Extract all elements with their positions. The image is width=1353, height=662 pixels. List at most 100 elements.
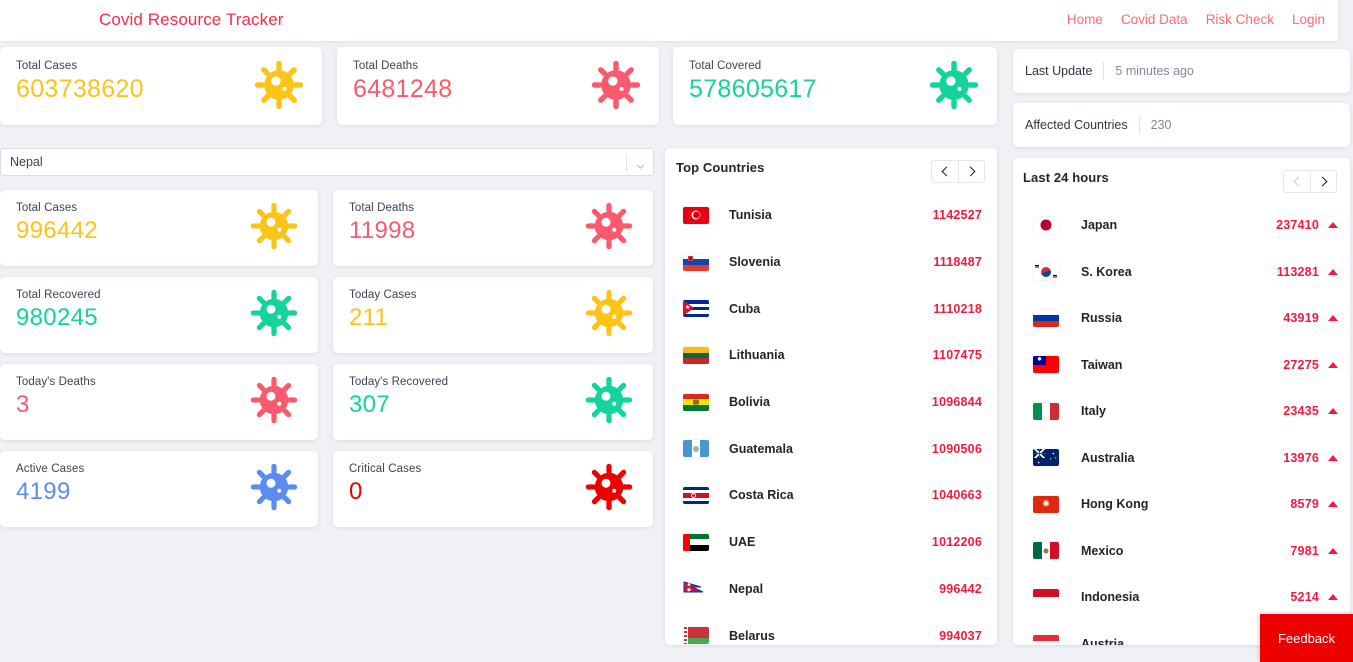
feedback-button[interactable]: Feedback xyxy=(1260,614,1353,662)
nav-link-login[interactable]: Login xyxy=(1292,12,1325,27)
country-stat-todays-recovered: Today's Recovered 307 xyxy=(333,364,653,440)
virus-icon xyxy=(585,463,633,516)
top-navbar: Covid Resource Tracker Home Covid Data R… xyxy=(0,0,1338,41)
flag-mexico xyxy=(1033,542,1059,560)
virus-icon xyxy=(929,60,979,115)
top-countries-row[interactable]: Guatemala 1090506 xyxy=(665,425,997,472)
top-countries-title: Top Countries xyxy=(676,160,765,175)
country-value: 237410 xyxy=(1276,218,1319,233)
flag-hong-kong: ✺ xyxy=(1033,495,1059,513)
flag-austria xyxy=(1033,635,1059,645)
country-name: Guatemala xyxy=(729,441,793,456)
top-countries-pager xyxy=(931,160,985,183)
flag-italy xyxy=(1033,402,1059,420)
country-value: 1142527 xyxy=(932,208,982,223)
nav-link-home[interactable]: Home xyxy=(1067,12,1103,27)
top-countries-row[interactable]: Nepal 996442 xyxy=(665,566,997,613)
country-name: Austria xyxy=(1081,636,1125,645)
last-24-hours-row[interactable]: Mexico 7981 xyxy=(1013,528,1350,575)
last-update-value: 5 minutes ago xyxy=(1115,64,1194,78)
virus-icon xyxy=(591,60,641,115)
nav-link-covid-data[interactable]: Covid Data xyxy=(1121,12,1188,27)
divider xyxy=(1138,116,1140,134)
flag-russia xyxy=(1033,309,1059,327)
country-value: 8579 xyxy=(1290,497,1319,512)
last-24-hours-next-button[interactable] xyxy=(1310,171,1336,192)
last-24-hours-row[interactable]: ✺ Hong Kong 8579 xyxy=(1013,481,1350,528)
triangle-up-icon xyxy=(1328,454,1338,461)
top-countries-row[interactable]: Costa Rica 1040663 xyxy=(665,472,997,519)
virus-icon xyxy=(585,202,633,255)
country-name: Mexico xyxy=(1081,543,1124,558)
nav-link-risk-check[interactable]: Risk Check xyxy=(1206,12,1274,27)
country-name: Bolivia xyxy=(729,395,770,410)
flag-taiwan: ✸ xyxy=(1033,356,1059,374)
country-value: 994037 xyxy=(939,628,982,643)
virus-icon xyxy=(585,289,633,342)
country-name: Italy xyxy=(1081,404,1107,419)
last-24-hours-prev-button[interactable] xyxy=(1284,171,1310,192)
country-select[interactable]: Nepal xyxy=(0,148,654,176)
country-stat-total-recovered: Total Recovered 980245 xyxy=(0,277,318,353)
last-24-hours-row[interactable]: S. Korea 113281 xyxy=(1013,249,1350,296)
country-stat-total-deaths: Total Deaths 11998 xyxy=(333,190,653,266)
country-name: Australia xyxy=(1081,450,1135,465)
top-countries-row[interactable]: Slovenia 1118487 xyxy=(665,239,997,286)
top-countries-row[interactable]: Tunisia 1142527 xyxy=(665,192,997,239)
chevron-left-icon xyxy=(1293,176,1303,187)
country-select-value: Nepal xyxy=(10,155,43,169)
nav-links: Home Covid Data Risk Check Login xyxy=(1067,12,1325,27)
country-name: UAE xyxy=(729,535,756,550)
page-title: Covid Resource Tracker xyxy=(99,10,284,29)
country-name: Hong Kong xyxy=(1081,497,1149,512)
top-countries-next-button[interactable] xyxy=(958,161,984,182)
virus-icon xyxy=(250,376,298,429)
chevron-down-icon[interactable] xyxy=(636,158,645,169)
flag-japan xyxy=(1033,216,1059,234)
country-value: 43919 xyxy=(1283,311,1319,326)
top-countries-prev-button[interactable] xyxy=(932,161,958,182)
flag-australia: ✦ ✦ ✦ ✦ xyxy=(1033,449,1059,467)
affected-countries-label: Affected Countries xyxy=(1025,118,1128,132)
global-stat-total-cases: Total Cases 603738620 xyxy=(0,47,322,125)
country-name: Lithuania xyxy=(729,348,785,363)
country-value: 113281 xyxy=(1276,264,1319,279)
virus-icon xyxy=(250,202,298,255)
country-value: 1118487 xyxy=(933,255,982,270)
country-value: 5214 xyxy=(1290,590,1319,605)
last-24-hours-row[interactable]: ✦ ✦ ✦ ✦ Australia 13976 xyxy=(1013,435,1350,482)
country-value: 23435 xyxy=(1283,404,1319,419)
country-name: Costa Rica xyxy=(729,488,794,503)
triangle-up-icon xyxy=(1328,315,1338,322)
country-value: 27275 xyxy=(1283,357,1319,372)
affected-countries-value: 230 xyxy=(1150,118,1172,132)
last-24-hours-row[interactable]: Italy 23435 xyxy=(1013,388,1350,435)
triangle-up-icon xyxy=(1328,268,1338,275)
top-countries-row[interactable]: Lithuania 1107475 xyxy=(665,332,997,379)
last-24-hours-row[interactable]: Japan 237410 xyxy=(1013,202,1350,249)
last-24-hours-title: Last 24 hours xyxy=(1023,170,1109,185)
last-24-hours-panel: Last 24 hours Japan 237410 S. Korea 1132… xyxy=(1013,158,1350,645)
top-countries-row[interactable]: UAE 1012206 xyxy=(665,519,997,566)
country-stat-total-cases: Total Cases 996442 xyxy=(0,190,318,266)
country-stat-today-cases: Today Cases 211 xyxy=(333,277,653,353)
top-countries-panel: Top Countries Tunisia 1142527 Slovenia 1… xyxy=(665,148,997,645)
country-name: Belarus xyxy=(729,628,775,643)
virus-icon xyxy=(250,463,298,516)
last-update-card: Last Update 5 minutes ago xyxy=(1013,49,1350,93)
flag-guatemala xyxy=(683,440,709,458)
country-value: 1090506 xyxy=(931,441,982,456)
global-stat-total-deaths: Total Deaths 6481248 xyxy=(337,47,659,125)
top-countries-row[interactable]: ★ Cuba 1110218 xyxy=(665,285,997,332)
select-separator xyxy=(626,154,627,171)
last-24-hours-row[interactable]: Russia 43919 xyxy=(1013,295,1350,342)
triangle-up-icon xyxy=(1328,408,1338,415)
country-name: Nepal xyxy=(729,581,764,596)
flag-lithuania xyxy=(683,346,709,364)
last-24-hours-row[interactable]: ✸ Taiwan 27275 xyxy=(1013,342,1350,389)
flag-uae xyxy=(683,533,709,551)
virus-icon xyxy=(250,289,298,342)
top-countries-row[interactable]: Bolivia 1096844 xyxy=(665,379,997,426)
top-countries-row[interactable]: Belarus 994037 xyxy=(665,612,997,645)
country-name: Slovenia xyxy=(729,255,781,270)
